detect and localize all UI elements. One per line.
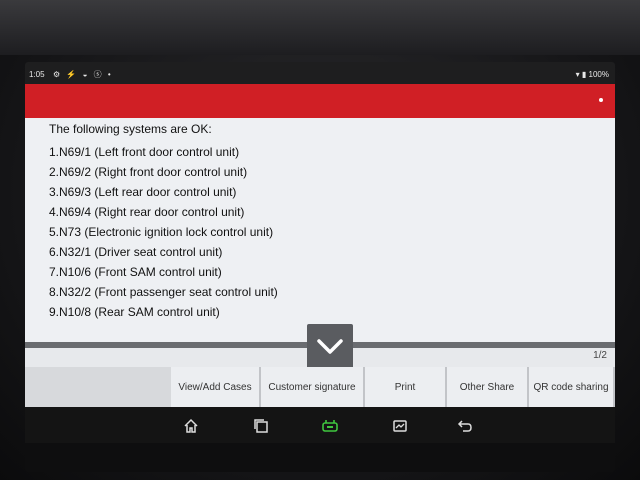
- list-item: 8.N32/2 (Front passenger seat control un…: [49, 285, 278, 299]
- customer-signature-button[interactable]: Customer signature: [261, 367, 365, 407]
- list-item: 3.N69/3 (Left rear door control unit): [49, 185, 237, 199]
- list-item: 9.N10/8 (Rear SAM control unit): [49, 305, 220, 319]
- list-item: 4.N69/4 (Right rear door control unit): [49, 205, 245, 219]
- chevron-down-icon: [317, 339, 343, 354]
- home-button[interactable]: [182, 417, 200, 435]
- battery-indicator: ▾ ▮ 100%: [575, 70, 609, 79]
- list-item: 6.N32/1 (Driver seat control unit): [49, 245, 223, 259]
- recents-icon: [254, 419, 268, 433]
- header-dot-icon: [599, 98, 603, 102]
- list-item: 5.N73 (Electronic ignition lock control …: [49, 225, 274, 239]
- back-icon: [457, 420, 472, 432]
- vci-button[interactable]: [321, 417, 339, 435]
- screenshot-button[interactable]: [391, 417, 409, 435]
- status-notification-icons: ⚙ ⚡ ◒ ⓢ •: [53, 70, 113, 79]
- print-button[interactable]: Print: [365, 367, 447, 407]
- back-button[interactable]: [456, 417, 474, 435]
- page-indicator: 1/2: [593, 350, 607, 361]
- view-add-cases-button[interactable]: View/Add Cases: [171, 367, 261, 407]
- status-time: 1:05: [29, 70, 45, 79]
- home-icon: [184, 418, 198, 433]
- app-header-bar: [25, 84, 615, 118]
- other-share-button[interactable]: Other Share: [447, 367, 529, 407]
- report-heading: The following systems are OK:: [49, 122, 212, 136]
- tablet-screen: 1:05 ⚙ ⚡ ◒ ⓢ • ▾ ▮ 100% The following sy…: [25, 62, 615, 472]
- list-item: 7.N10/6 (Front SAM control unit): [49, 265, 222, 279]
- screenshot-icon: [393, 420, 407, 432]
- vci-icon: [322, 420, 338, 432]
- list-item: 1.N69/1 (Left front door control unit): [49, 145, 240, 159]
- system-nav-bar: [25, 407, 615, 443]
- bezel-top-edge: [0, 0, 640, 55]
- list-item: 2.N69/2 (Right front door control unit): [49, 165, 248, 179]
- status-bar: 1:05 ⚙ ⚡ ◒ ⓢ • ▾ ▮ 100%: [25, 62, 615, 84]
- screen-bottom-edge: [25, 443, 615, 472]
- ok-systems-list: 1.N69/1 (Left front door control unit) 2…: [49, 142, 278, 322]
- recents-button[interactable]: [252, 417, 270, 435]
- report-content: The following systems are OK: 1.N69/1 (L…: [25, 118, 615, 342]
- scroll-down-button[interactable]: [307, 324, 353, 370]
- qr-code-sharing-button[interactable]: QR code sharing: [529, 367, 615, 407]
